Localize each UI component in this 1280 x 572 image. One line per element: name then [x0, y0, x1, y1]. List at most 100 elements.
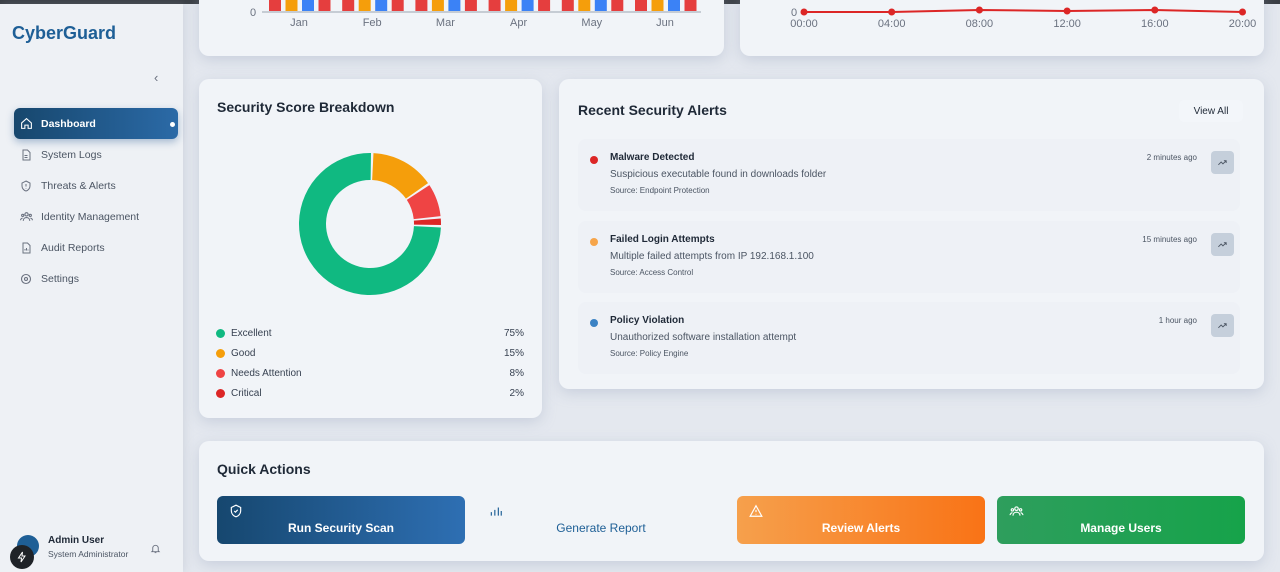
- brand-logo[interactable]: CyberGuard: [12, 23, 116, 44]
- x-tick-label: 12:00: [1053, 18, 1081, 30]
- data-point: [1151, 6, 1159, 14]
- legend-swatch: [216, 368, 225, 378]
- legend-label: Good: [231, 347, 256, 359]
- bar: [635, 0, 647, 11]
- data-point: [800, 8, 808, 16]
- active-indicator: [170, 122, 175, 127]
- legend-swatch: [216, 328, 225, 338]
- alert-title: Policy Violation: [610, 315, 685, 326]
- trend-icon[interactable]: [1211, 151, 1234, 174]
- sidebar: CyberGuard ‹ Dashboard System Logs Threa…: [0, 4, 183, 572]
- warning-icon: [749, 504, 763, 521]
- review-alerts-button[interactable]: Review Alerts: [737, 496, 985, 544]
- legend-label: Critical: [231, 387, 262, 399]
- bar: [561, 0, 574, 11]
- bar: [521, 0, 534, 11]
- alert-item[interactable]: Failed Login Attempts Multiple failed at…: [578, 221, 1240, 293]
- x-tick-label: 16:00: [1141, 18, 1169, 30]
- report-icon: [19, 241, 33, 255]
- trend-icon[interactable]: [1211, 233, 1234, 256]
- x-tick-label: Feb: [363, 17, 382, 29]
- donut-slice-critical[interactable]: [413, 218, 441, 225]
- sidebar-item-audit-reports[interactable]: Audit Reports: [14, 232, 178, 263]
- alert-source: Source: Access Control: [610, 268, 694, 277]
- home-icon: [19, 117, 33, 131]
- alert-item[interactable]: Policy Violation Unauthorized software i…: [578, 302, 1240, 374]
- security-score-card: Security Score Breakdown Excellent 75% G…: [199, 79, 542, 418]
- sidebar-item-identity-management[interactable]: Identity Management: [14, 201, 178, 232]
- x-tick-label: May: [581, 17, 602, 29]
- legend-percent: 15%: [503, 347, 524, 359]
- sidebar-item-label: Audit Reports: [41, 241, 105, 254]
- view-all-button[interactable]: View All: [1179, 100, 1243, 122]
- generate-report-button[interactable]: Generate Report: [477, 496, 725, 544]
- network-traffic-card: 0 00:00 04:00 08:00 12:00 16:00 20:00: [740, 0, 1264, 56]
- card-title: Security Score Breakdown: [217, 99, 395, 115]
- alert-source: Source: Policy Engine: [610, 349, 689, 358]
- security-score-donut: [298, 153, 441, 295]
- bar: [578, 0, 591, 11]
- bar: [375, 0, 388, 11]
- alert-description: Suspicious executable found in downloads…: [610, 169, 827, 180]
- button-label: Generate Report: [556, 521, 646, 535]
- data-point: [1239, 8, 1246, 16]
- alert-time: 2 minutes ago: [1146, 153, 1197, 162]
- series-line: [804, 8, 1243, 13]
- card-title: Recent Security Alerts: [578, 102, 727, 118]
- sidebar-item-dashboard[interactable]: Dashboard: [14, 108, 178, 139]
- bar: [684, 0, 697, 11]
- sidebar-item-system-logs[interactable]: System Logs: [14, 139, 178, 170]
- sidebar-item-label: Dashboard: [41, 117, 96, 130]
- x-tick-label: Jan: [290, 17, 308, 29]
- bar: [391, 0, 404, 11]
- users-icon: [1009, 504, 1024, 521]
- legend-label: Excellent: [231, 327, 272, 339]
- manage-users-button[interactable]: Manage Users: [997, 496, 1245, 544]
- alert-item[interactable]: Malware Detected Suspicious executable f…: [578, 139, 1240, 211]
- bar: [415, 0, 428, 11]
- bar-chart-icon: [489, 504, 503, 521]
- bar: [342, 0, 355, 11]
- sidebar-item-settings[interactable]: Settings: [14, 263, 178, 294]
- bar: [594, 0, 607, 11]
- gear-icon: [19, 272, 33, 286]
- legend-percent: 8%: [509, 367, 524, 379]
- bar-chart: 0 Jan Feb Mar Apr May Jun: [250, 0, 701, 29]
- user-profile[interactable]: Admin User System Administrator: [17, 533, 177, 563]
- data-point: [888, 8, 896, 16]
- line-chart: 000:00 04:00 08:00 12:00 16:00 20:00: [790, 6, 1256, 30]
- alert-title: Failed Login Attempts: [610, 234, 715, 245]
- sidebar-item-label: Settings: [41, 272, 79, 285]
- severity-dot: [590, 319, 598, 327]
- bar: [505, 0, 518, 11]
- severity-dot: [590, 156, 598, 164]
- alert-description: Multiple failed attempts from IP 192.168…: [610, 251, 814, 262]
- sidebar-item-threats-alerts[interactable]: Threats & Alerts: [14, 170, 178, 201]
- x-tick-label: Jun: [656, 17, 674, 29]
- bar: [269, 0, 281, 11]
- bar: [538, 0, 551, 11]
- sidebar-item-label: System Logs: [41, 148, 102, 161]
- user-role: System Administrator: [48, 549, 129, 559]
- run-security-scan-button[interactable]: Run Security Scan: [217, 496, 465, 544]
- alert-time: 1 hour ago: [1158, 316, 1197, 325]
- x-tick-label: 04:00: [878, 18, 906, 30]
- alert-source: Source: Endpoint Protection: [610, 186, 710, 195]
- quick-actions-card: Quick Actions Run Security Scan Generate…: [199, 441, 1264, 561]
- button-label: Manage Users: [1080, 521, 1162, 535]
- bell-icon[interactable]: [150, 541, 161, 559]
- trend-icon[interactable]: [1211, 314, 1234, 337]
- threat-activity-card: 0 Jan Feb Mar Apr May Jun: [199, 0, 724, 56]
- sidebar-item-label: Identity Management: [41, 210, 140, 223]
- bar: [431, 0, 444, 11]
- user-name: Admin User: [48, 535, 105, 546]
- legend-item-excellent: Excellent 75%: [216, 326, 524, 340]
- bar: [488, 0, 501, 11]
- legend-item-needs-attention: Needs Attention 8%: [216, 366, 524, 380]
- collapse-sidebar-icon[interactable]: ‹: [154, 70, 158, 85]
- users-icon: [19, 210, 33, 224]
- lightning-icon[interactable]: [10, 545, 34, 569]
- document-icon: [19, 148, 33, 162]
- data-point: [975, 6, 983, 14]
- bar: [358, 0, 371, 11]
